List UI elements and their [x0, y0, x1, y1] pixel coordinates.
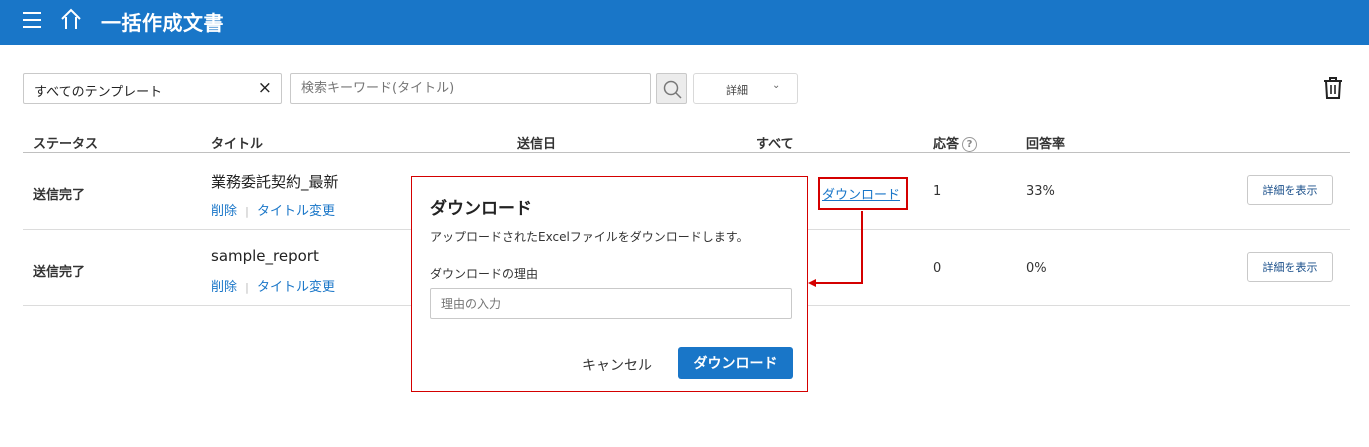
details-label: 詳細: [726, 84, 748, 97]
row-1-rate: 33%: [1026, 184, 1055, 199]
search-button[interactable]: [656, 73, 687, 104]
column-header-all: すべて: [756, 137, 794, 152]
row-1-detail-button[interactable]: 詳細を表示: [1247, 175, 1333, 205]
row-1-responses: 1: [933, 184, 942, 199]
column-header-response-rate: 回答率: [1026, 137, 1066, 152]
row-1-download-link[interactable]: ダウンロード: [822, 184, 900, 203]
home-icon[interactable]: [60, 8, 82, 32]
clear-filter-icon[interactable]: ×: [258, 78, 272, 98]
row-2-detail-button[interactable]: 詳細を表示: [1247, 252, 1333, 282]
column-header-response: 応答?: [933, 133, 978, 152]
cancel-button[interactable]: キャンセル: [582, 355, 652, 375]
page-title: 一括作成文書: [101, 11, 224, 35]
row-2-status: 送信完了: [33, 265, 86, 280]
separator: |: [245, 281, 249, 294]
dialog-title: ダウンロード: [430, 199, 532, 219]
download-dialog: ダウンロード アップロードされたExcelファイルをダウンロードします。 ダウン…: [411, 176, 808, 392]
row-2-responses: 0: [933, 261, 942, 276]
column-header-title: タイトル: [211, 137, 264, 152]
search-icon: [663, 80, 682, 99]
search-input[interactable]: [290, 73, 651, 104]
dialog-description: アップロードされたExcelファイルをダウンロードします。: [430, 230, 749, 244]
template-filter-value: すべてのテンプレート: [34, 85, 163, 100]
row-1-rename-link[interactable]: タイトル変更: [257, 204, 335, 219]
details-dropdown[interactable]: 詳細 ⌄: [693, 73, 798, 104]
row-2-actions: 削除 | タイトル変更: [211, 276, 335, 295]
reason-input[interactable]: [430, 288, 792, 319]
row-1-title: 業務委託契約_最新: [211, 173, 339, 191]
row-2-rename-link[interactable]: タイトル変更: [257, 280, 335, 295]
response-header-label: 応答: [933, 137, 960, 152]
column-header-status: ステータス: [33, 137, 99, 152]
trash-icon[interactable]: [1322, 76, 1344, 100]
row-1-status: 送信完了: [33, 188, 86, 203]
help-icon[interactable]: ?: [962, 137, 978, 152]
reason-label: ダウンロードの理由: [430, 267, 539, 281]
menu-icon[interactable]: [23, 12, 41, 28]
download-confirm-button[interactable]: ダウンロード: [678, 347, 793, 379]
template-filter-select[interactable]: すべてのテンプレート ×: [23, 73, 282, 104]
row-2-title: sample_report: [211, 247, 319, 265]
row-1-actions: 削除 | タイトル変更: [211, 200, 335, 219]
app-header: 一括作成文書: [0, 0, 1369, 45]
row-1-delete-link[interactable]: 削除: [211, 204, 237, 219]
row-2-rate: 0%: [1026, 261, 1047, 276]
header-divider: [23, 152, 1350, 153]
chevron-down-icon: ⌄: [772, 80, 781, 91]
separator: |: [245, 205, 249, 218]
row-2-delete-link[interactable]: 削除: [211, 280, 237, 295]
column-header-sent-date: 送信日: [517, 137, 557, 152]
